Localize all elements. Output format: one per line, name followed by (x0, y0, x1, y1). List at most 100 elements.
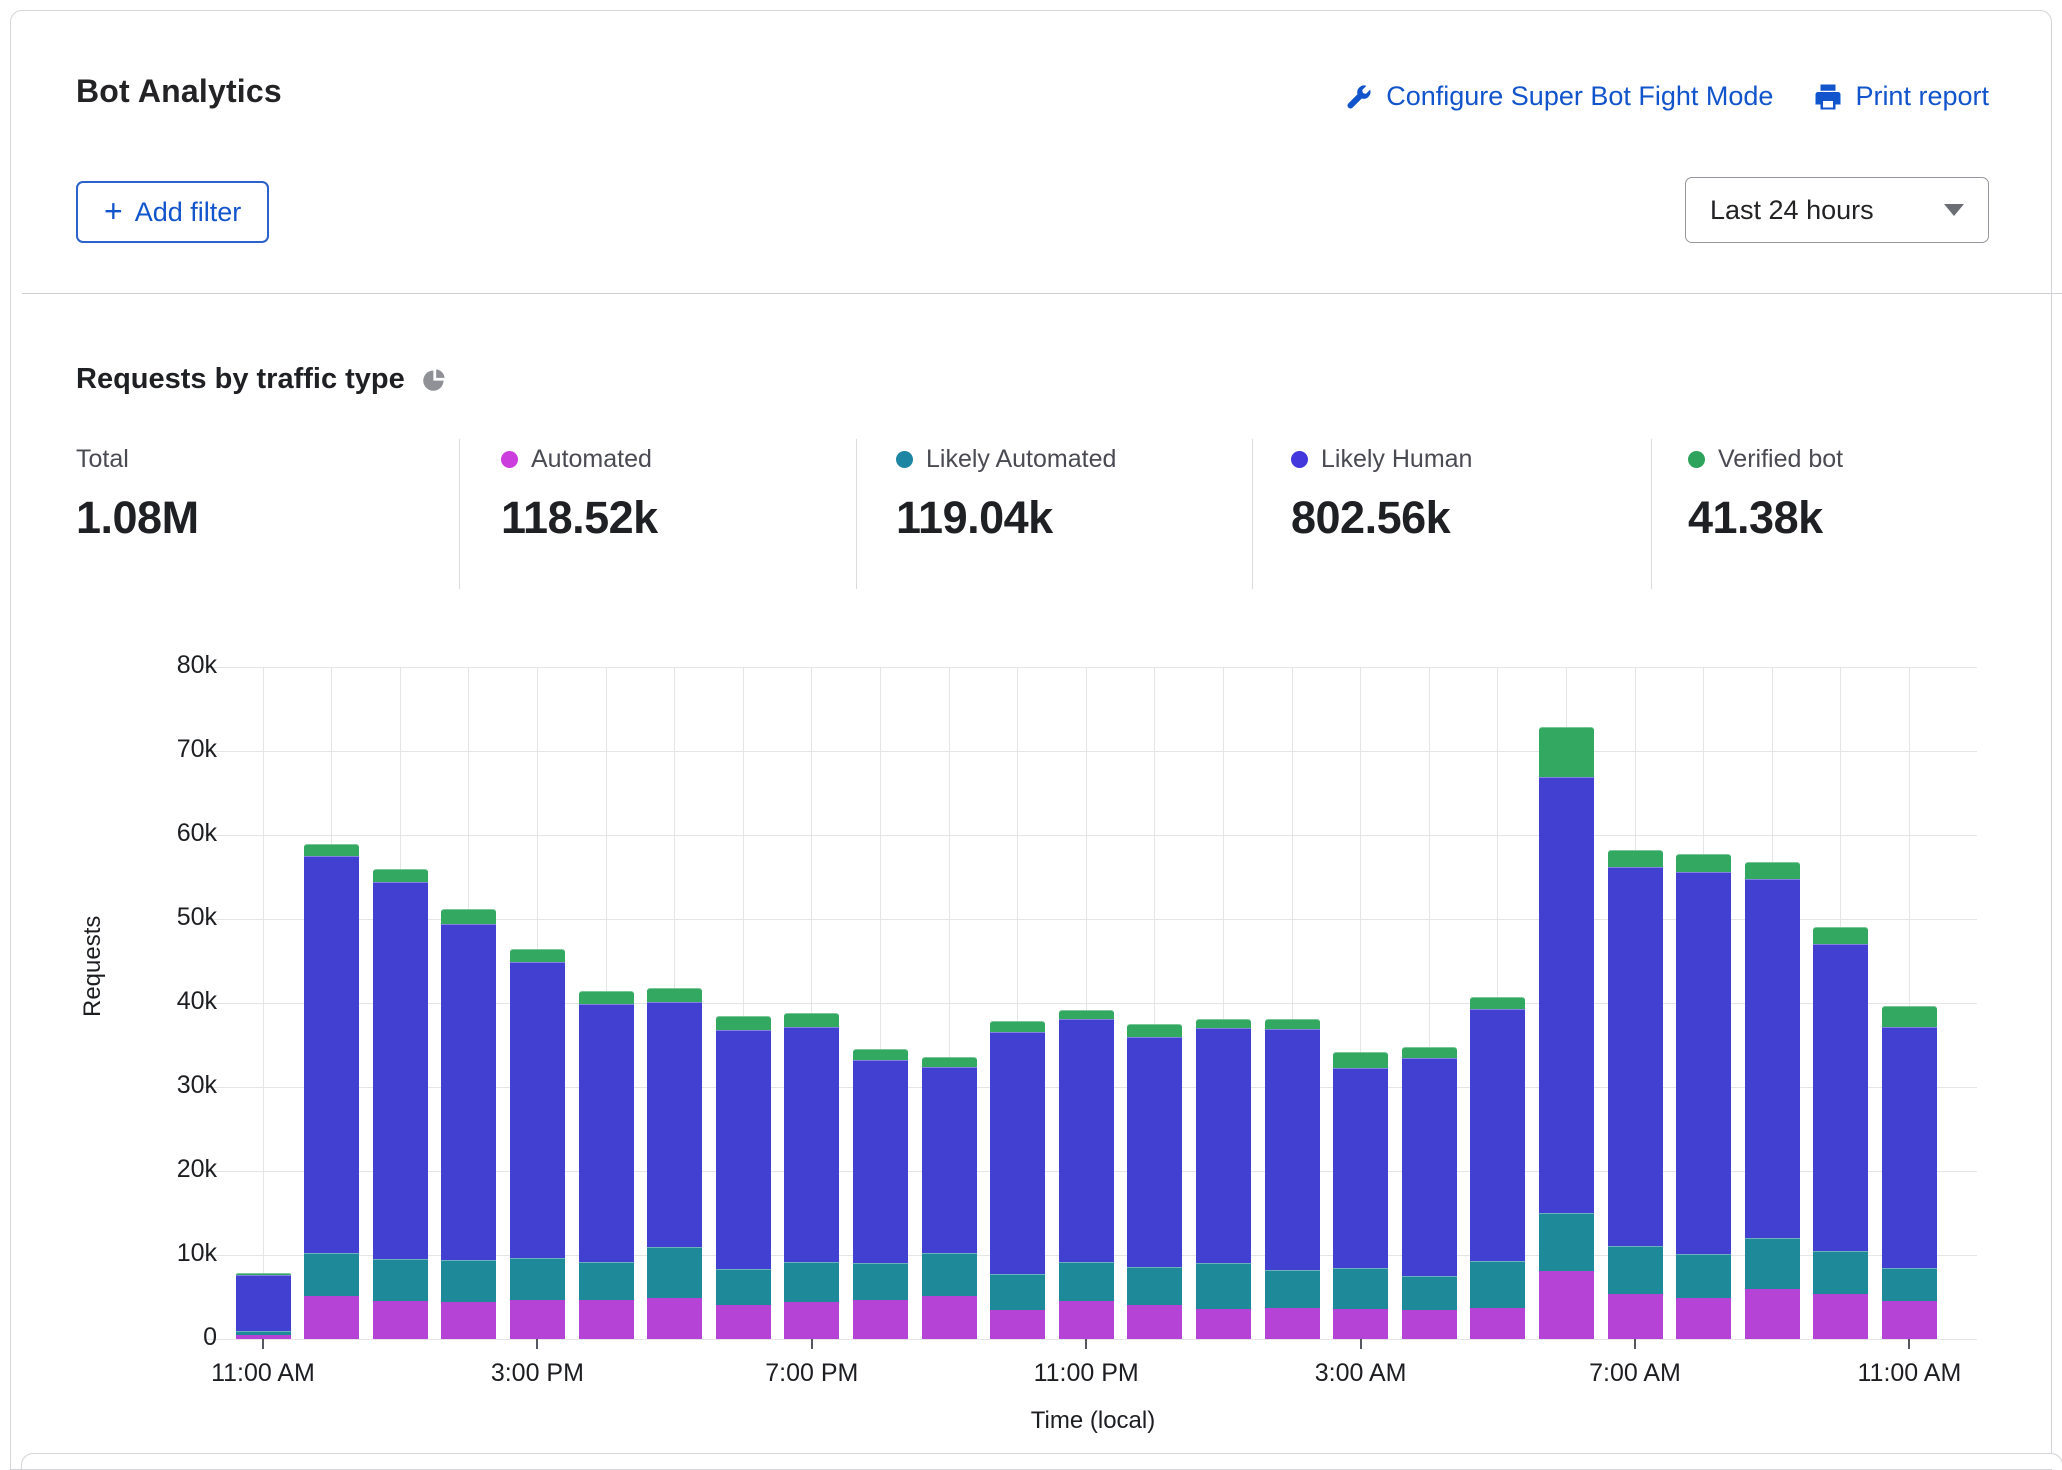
chart-bar[interactable] (922, 1057, 977, 1339)
bar-segment-verified-bot[interactable] (1882, 1006, 1937, 1027)
bar-segment-likely-automated[interactable] (1402, 1276, 1457, 1310)
bar-segment-likely-automated[interactable] (1745, 1238, 1800, 1288)
bar-segment-automated[interactable] (647, 1298, 702, 1339)
chart-bar[interactable] (1402, 1047, 1457, 1339)
bar-segment-likely-automated[interactable] (1127, 1267, 1182, 1306)
bar-segment-likely-automated[interactable] (922, 1253, 977, 1296)
chart-bar[interactable] (1127, 1024, 1182, 1339)
bar-segment-likely-automated[interactable] (1059, 1262, 1114, 1301)
add-filter-button[interactable]: + Add filter (76, 181, 269, 243)
chart-bar[interactable] (1882, 1006, 1937, 1339)
bar-segment-likely-human[interactable] (716, 1030, 771, 1269)
bar-segment-likely-automated[interactable] (579, 1262, 634, 1301)
bar-segment-likely-automated[interactable] (1813, 1251, 1868, 1294)
bar-segment-likely-human[interactable] (304, 856, 359, 1253)
bar-segment-likely-human[interactable] (1402, 1058, 1457, 1276)
chart-bar[interactable] (441, 909, 496, 1339)
chart-bar[interactable] (853, 1049, 908, 1339)
bar-segment-verified-bot[interactable] (373, 869, 428, 882)
bar-segment-likely-human[interactable] (1813, 944, 1868, 1251)
chart-bar[interactable] (1265, 1019, 1320, 1339)
bar-segment-likely-human[interactable] (784, 1027, 839, 1262)
bar-segment-likely-human[interactable] (1608, 867, 1663, 1246)
bar-segment-automated[interactable] (510, 1300, 565, 1339)
bar-segment-automated[interactable] (441, 1302, 496, 1339)
bar-segment-likely-automated[interactable] (1333, 1268, 1388, 1309)
bar-segment-likely-automated[interactable] (304, 1253, 359, 1296)
bar-segment-automated[interactable] (990, 1310, 1045, 1339)
chart-bar[interactable] (784, 1013, 839, 1339)
time-range-select[interactable]: Last 24 hours (1685, 177, 1989, 243)
bar-segment-automated[interactable] (1470, 1308, 1525, 1339)
bar-segment-verified-bot[interactable] (1676, 854, 1731, 872)
chart-bar[interactable] (1196, 1019, 1251, 1339)
bar-segment-verified-bot[interactable] (1745, 862, 1800, 879)
bar-segment-automated[interactable] (1196, 1309, 1251, 1339)
bar-segment-verified-bot[interactable] (647, 988, 702, 1002)
configure-super-bot-fight-mode-link[interactable]: Configure Super Bot Fight Mode (1344, 81, 1773, 112)
bar-segment-automated[interactable] (1402, 1310, 1457, 1339)
bar-segment-verified-bot[interactable] (716, 1016, 771, 1030)
bar-segment-verified-bot[interactable] (853, 1049, 908, 1060)
bar-segment-automated[interactable] (373, 1301, 428, 1339)
bar-segment-automated[interactable] (1882, 1301, 1937, 1339)
bar-segment-likely-human[interactable] (579, 1004, 634, 1262)
chart-bar[interactable] (373, 869, 428, 1339)
chart-bar[interactable] (579, 991, 634, 1339)
bar-segment-likely-human[interactable] (1265, 1029, 1320, 1270)
bar-segment-automated[interactable] (1539, 1271, 1594, 1339)
chart-bar[interactable] (647, 988, 702, 1339)
bar-segment-automated[interactable] (1127, 1305, 1182, 1339)
bar-segment-likely-automated[interactable] (1676, 1254, 1731, 1298)
bar-segment-verified-bot[interactable] (1059, 1010, 1114, 1019)
bar-segment-likely-human[interactable] (1539, 777, 1594, 1213)
bar-segment-likely-human[interactable] (1059, 1019, 1114, 1262)
bar-segment-likely-automated[interactable] (647, 1247, 702, 1297)
bar-segment-likely-automated[interactable] (784, 1262, 839, 1302)
bar-segment-verified-bot[interactable] (1127, 1024, 1182, 1037)
bar-segment-verified-bot[interactable] (784, 1013, 839, 1026)
bar-segment-verified-bot[interactable] (990, 1021, 1045, 1033)
bar-segment-automated[interactable] (784, 1302, 839, 1339)
chart-bar[interactable] (1745, 862, 1800, 1339)
bar-segment-likely-human[interactable] (1882, 1027, 1937, 1267)
bar-segment-likely-human[interactable] (1127, 1037, 1182, 1267)
chart-bar[interactable] (1470, 997, 1525, 1339)
bar-segment-likely-automated[interactable] (1470, 1261, 1525, 1308)
bar-segment-verified-bot[interactable] (922, 1057, 977, 1067)
bar-segment-likely-human[interactable] (922, 1067, 977, 1253)
chart-bar[interactable] (1333, 1052, 1388, 1339)
print-report-link[interactable]: Print report (1813, 81, 1989, 112)
chart-bar[interactable] (1059, 1010, 1114, 1339)
bar-segment-verified-bot[interactable] (579, 991, 634, 1004)
bar-segment-likely-human[interactable] (1745, 879, 1800, 1239)
bar-segment-likely-human[interactable] (510, 962, 565, 1258)
chart-bar[interactable] (1813, 927, 1868, 1339)
bar-segment-likely-automated[interactable] (510, 1258, 565, 1300)
bar-segment-likely-human[interactable] (1676, 872, 1731, 1254)
bar-segment-likely-automated[interactable] (1882, 1268, 1937, 1302)
chart-bar[interactable] (236, 1273, 291, 1339)
bar-segment-verified-bot[interactable] (1265, 1019, 1320, 1029)
bar-segment-likely-automated[interactable] (716, 1269, 771, 1304)
chart-bar[interactable] (1676, 854, 1731, 1339)
bar-segment-automated[interactable] (579, 1300, 634, 1339)
bar-segment-automated[interactable] (922, 1296, 977, 1339)
bar-segment-verified-bot[interactable] (1608, 850, 1663, 867)
bar-segment-automated[interactable] (304, 1296, 359, 1339)
bar-segment-likely-automated[interactable] (373, 1259, 428, 1301)
chart-bar[interactable] (304, 844, 359, 1339)
bar-segment-automated[interactable] (1265, 1308, 1320, 1339)
bar-segment-likely-automated[interactable] (853, 1263, 908, 1300)
bar-segment-automated[interactable] (1333, 1309, 1388, 1339)
bar-segment-likely-automated[interactable] (1265, 1270, 1320, 1308)
chart-bar[interactable] (990, 1021, 1045, 1339)
chart-bar[interactable] (716, 1016, 771, 1339)
bar-segment-likely-human[interactable] (236, 1275, 291, 1330)
bar-segment-likely-human[interactable] (647, 1002, 702, 1247)
bar-segment-verified-bot[interactable] (1196, 1019, 1251, 1028)
bar-segment-verified-bot[interactable] (1470, 997, 1525, 1009)
bar-segment-likely-human[interactable] (441, 924, 496, 1260)
bar-segment-likely-human[interactable] (853, 1060, 908, 1263)
bar-segment-likely-human[interactable] (990, 1032, 1045, 1274)
